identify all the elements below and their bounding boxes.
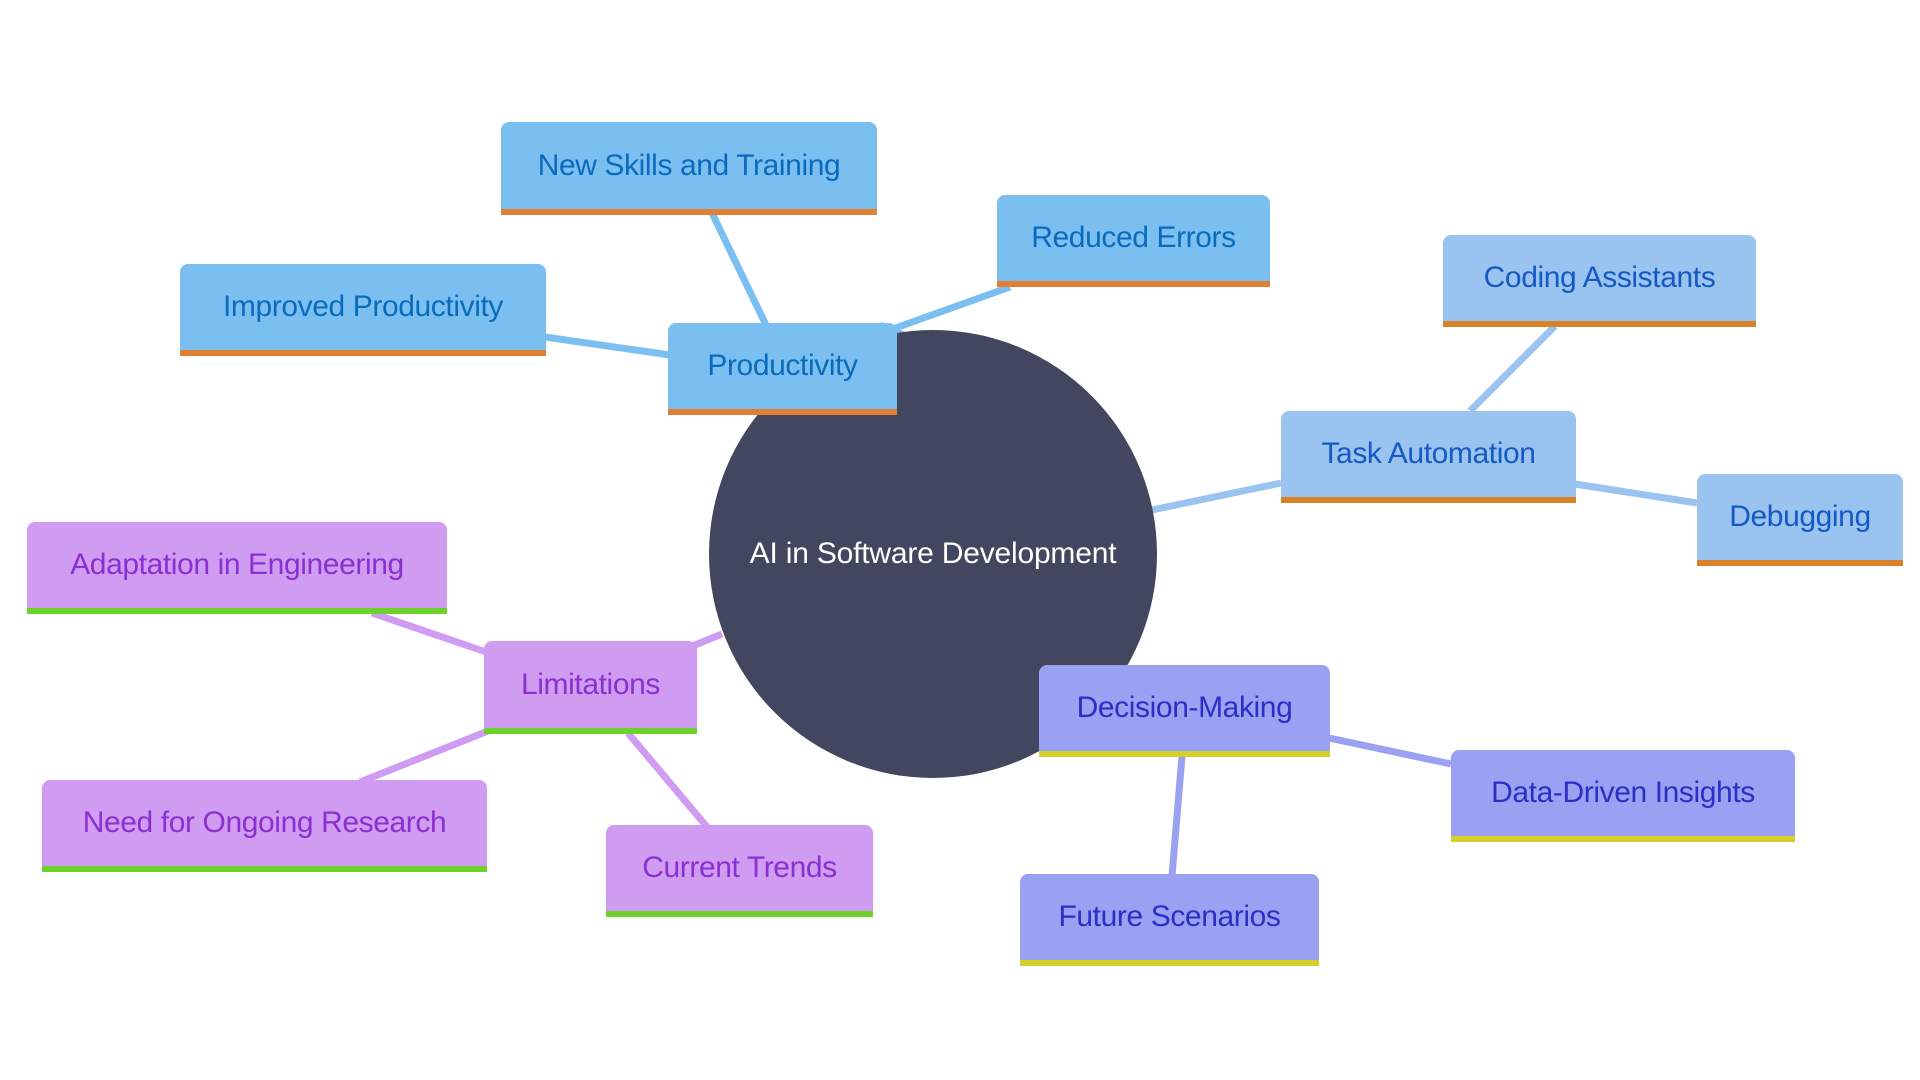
node-future-scenarios[interactable]: Future Scenarios	[1020, 874, 1319, 966]
node-productivity[interactable]: Productivity	[668, 323, 897, 415]
edge-productivity-new-skills	[708, 211, 770, 327]
edge-decision-future	[1168, 755, 1186, 877]
root-node-label: AI in Software Development	[749, 537, 1117, 570]
node-coding-assistants[interactable]: Coding Assistants	[1443, 235, 1756, 327]
edge-productivity-reduced-errors	[888, 283, 1012, 334]
edge-task-coding-assistants	[1467, 323, 1558, 414]
node-decision-making[interactable]: Decision-Making	[1039, 665, 1330, 757]
node-improved-productivity[interactable]: Improved Productivity	[180, 264, 546, 356]
node-label: Decision-Making	[1076, 691, 1293, 724]
node-limitations[interactable]: Limitations	[484, 641, 697, 734]
node-label: Need for Ongoing Research	[82, 806, 447, 839]
node-label: Improved Productivity	[222, 290, 504, 323]
node-new-skills-and-training[interactable]: New Skills and Training	[501, 122, 877, 215]
edge-task-debugging	[1574, 480, 1698, 507]
node-label: New Skills and Training	[537, 148, 841, 182]
edge-limitations-trends	[625, 730, 710, 830]
node-task-automation[interactable]: Task Automation	[1281, 411, 1576, 503]
node-label: Reduced Errors	[1031, 221, 1236, 254]
node-label: Current Trends	[642, 851, 837, 884]
node-current-trends[interactable]: Current Trends	[606, 825, 873, 917]
node-label: Coding Assistants	[1483, 261, 1716, 294]
edge-root-task-automation	[1151, 479, 1282, 514]
edge-productivity-improved	[544, 333, 671, 359]
node-adaptation-in-engineering[interactable]: Adaptation in Engineering	[27, 522, 447, 614]
node-label: Limitations	[521, 667, 660, 701]
node-label: Productivity	[707, 349, 858, 382]
edge-limitations-adaptation	[370, 609, 488, 656]
node-reduced-errors[interactable]: Reduced Errors	[997, 195, 1270, 287]
node-label: Adaptation in Engineering	[70, 548, 404, 581]
node-label: Data-Driven Insights	[1491, 776, 1755, 809]
node-label: Debugging	[1729, 500, 1871, 533]
edge-decision-data-driven	[1328, 734, 1452, 768]
node-data-driven-insights[interactable]: Data-Driven Insights	[1451, 750, 1795, 842]
node-label: Task Automation	[1321, 437, 1536, 470]
edge-limitations-research	[358, 727, 490, 786]
node-debugging[interactable]: Debugging	[1697, 474, 1903, 566]
node-need-for-ongoing-research[interactable]: Need for Ongoing Research	[42, 780, 487, 872]
node-label: Future Scenarios	[1058, 900, 1281, 933]
